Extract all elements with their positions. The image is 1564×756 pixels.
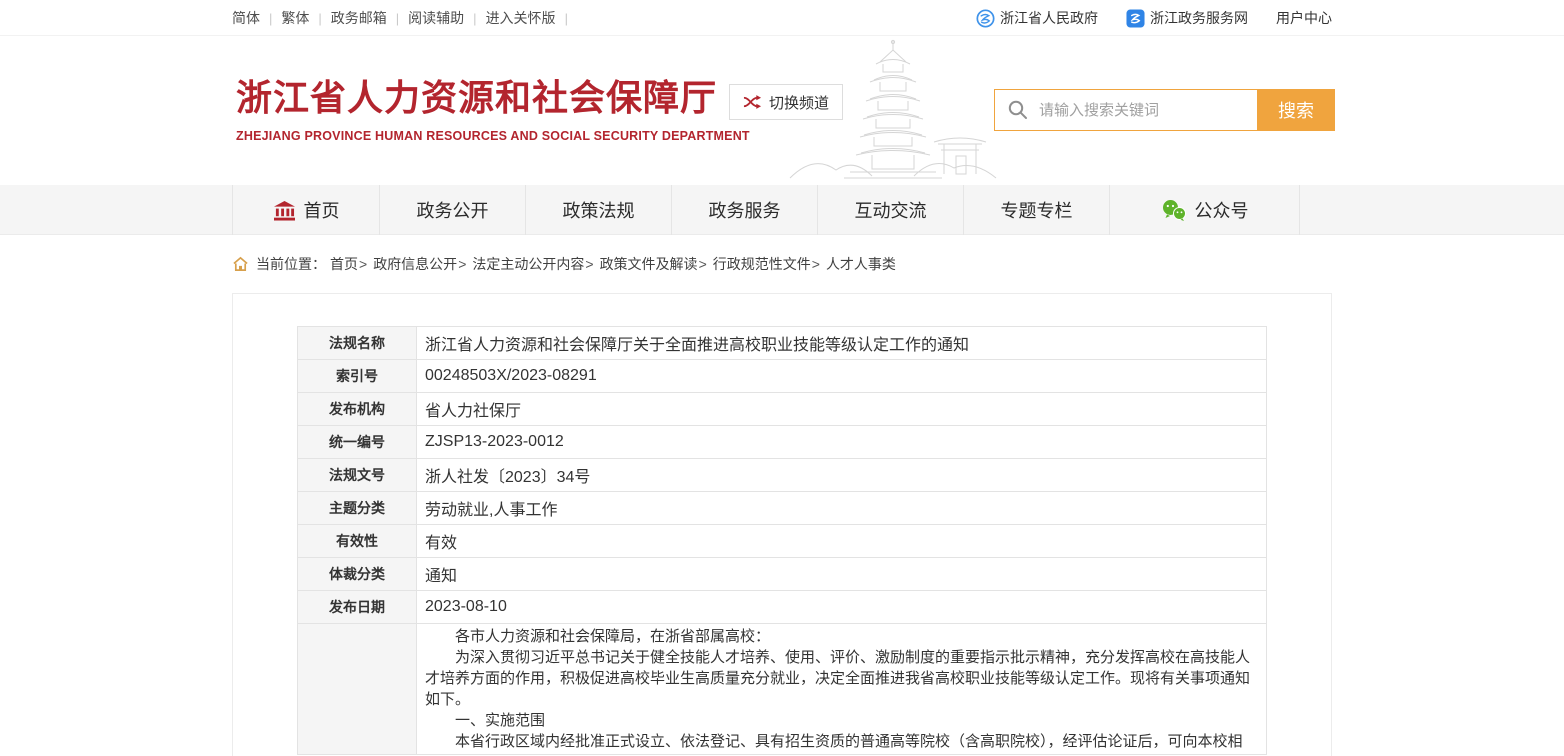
shuffle-icon xyxy=(743,94,762,110)
topbar-separator: | xyxy=(396,11,399,26)
field-label: 法规文号 xyxy=(298,459,417,492)
field-label: 主题分类 xyxy=(298,492,417,525)
topbar-right: 浙江省人民政府 浙江政务服务网 用户中心 xyxy=(976,8,1332,28)
wechat-icon xyxy=(1161,199,1187,221)
field-value: 劳动就业,人事工作 xyxy=(417,492,1267,525)
breadcrumb: 当前位置： 首页 > 政府信息公开 > 法定主动公开内容 > 政策文件及解读 >… xyxy=(0,254,1564,274)
zhejiang-service-icon xyxy=(1126,9,1145,28)
user-center-label: 用户中心 xyxy=(1276,8,1332,28)
breadcrumb-item-statutory-content[interactable]: 法定主动公开内容 xyxy=(472,254,584,274)
field-label-empty xyxy=(298,624,417,755)
topbar-separator: | xyxy=(269,11,272,26)
body-paragraph: 本省行政区域内经批准正式设立、依法登记、具有招生资质的普通高等院校（含高职院校）… xyxy=(425,731,1258,752)
topbar-link-traditional[interactable]: 繁体 xyxy=(281,8,309,28)
document-card: 法规名称 浙江省人力资源和社会保障厅关于全面推进高校职业技能等级认定工作的通知 … xyxy=(232,293,1332,756)
site-subtitle: ZHEJIANG PROVINCE HUMAN RESOURCES AND SO… xyxy=(236,129,750,143)
pagoda-illustration xyxy=(784,36,1002,185)
table-row: 法规文号 浙人社发〔2023〕34号 xyxy=(298,459,1267,492)
breadcrumb-item-policy-documents[interactable]: 政策文件及解读 xyxy=(600,254,698,274)
nav-item-label: 首页 xyxy=(304,197,340,223)
topbar-link-reading-aid[interactable]: 阅读辅助 xyxy=(408,8,464,28)
field-value: 通知 xyxy=(417,558,1267,591)
nav-item-policies-regulations[interactable]: 政策法规 xyxy=(526,185,672,235)
field-value: 00248503X/2023-08291 xyxy=(417,360,1267,393)
breadcrumb-item-talent-personnel[interactable]: 人才人事类 xyxy=(826,254,896,274)
topbar-link-simplified[interactable]: 简体 xyxy=(232,8,260,28)
body-paragraph: 各市人力资源和社会保障局，在浙省部属高校： xyxy=(425,626,1258,647)
breadcrumb-separator: > xyxy=(585,256,593,272)
breadcrumb-separator: > xyxy=(458,256,466,272)
user-center-link[interactable]: 用户中心 xyxy=(1276,8,1332,28)
nav-item-label: 专题专栏 xyxy=(1001,197,1073,223)
field-value: ZJSP13-2023-0012 xyxy=(417,426,1267,459)
field-label: 法规名称 xyxy=(298,327,417,360)
search-input[interactable] xyxy=(994,89,1257,131)
topbar-separator: | xyxy=(318,11,321,26)
service-site-link[interactable]: 浙江政务服务网 xyxy=(1126,8,1248,28)
breadcrumb-separator: > xyxy=(359,256,367,272)
breadcrumb-item-info-disclosure[interactable]: 政府信息公开 xyxy=(373,254,457,274)
breadcrumb-prefix: 当前位置： xyxy=(256,254,326,274)
nav-item-home[interactable]: 首页 xyxy=(232,185,380,235)
search-box: 搜索 xyxy=(994,89,1335,131)
document-meta-table: 法规名称 浙江省人力资源和社会保障厅关于全面推进高校职业技能等级认定工作的通知 … xyxy=(297,326,1267,755)
site-title: 浙江省人力资源和社会保障厅 xyxy=(236,73,750,123)
table-row: 统一编号 ZJSP13-2023-0012 xyxy=(298,426,1267,459)
table-row: 有效性 有效 xyxy=(298,525,1267,558)
bank-icon xyxy=(273,200,296,221)
nav-item-label: 政策法规 xyxy=(563,197,635,223)
site-logo[interactable]: 浙江省人力资源和社会保障厅 ZHEJIANG PROVINCE HUMAN RE… xyxy=(236,73,750,143)
main-nav: 首页 政务公开 政策法规 政务服务 互动交流 专题专栏 xyxy=(0,185,1564,235)
nav-item-gov-services[interactable]: 政务服务 xyxy=(672,185,818,235)
search-button[interactable]: 搜索 xyxy=(1257,89,1335,131)
body-paragraph: 为深入贯彻习近平总书记关于健全技能人才培养、使用、评价、激励制度的重要指示批示精… xyxy=(425,647,1258,710)
table-row: 体裁分类 通知 xyxy=(298,558,1267,591)
table-row: 索引号 00248503X/2023-08291 xyxy=(298,360,1267,393)
field-value: 省人力社保厅 xyxy=(417,393,1267,426)
field-value: 浙江省人力资源和社会保障厅关于全面推进高校职业技能等级认定工作的通知 xyxy=(417,327,1267,360)
nav-item-label: 公众号 xyxy=(1195,197,1249,223)
nav-item-gov-disclosure[interactable]: 政务公开 xyxy=(380,185,526,235)
topbar-links: 简体 | 繁体 | 政务邮箱 | 阅读辅助 | 进入关怀版 | xyxy=(232,8,577,28)
field-label: 统一编号 xyxy=(298,426,417,459)
gov-portal-label: 浙江省人民政府 xyxy=(1000,8,1098,28)
table-row: 主题分类 劳动就业,人事工作 xyxy=(298,492,1267,525)
field-label: 发布日期 xyxy=(298,591,417,624)
topbar-link-gov-mail[interactable]: 政务邮箱 xyxy=(331,8,387,28)
field-value: 2023-08-10 xyxy=(417,591,1267,624)
field-label: 发布机构 xyxy=(298,393,417,426)
topbar-separator: | xyxy=(473,11,476,26)
breadcrumb-separator: > xyxy=(699,256,707,272)
nav-item-label: 政务服务 xyxy=(709,197,781,223)
field-value: 有效 xyxy=(417,525,1267,558)
field-label: 索引号 xyxy=(298,360,417,393)
search-icon xyxy=(1007,99,1029,121)
zhejiang-gov-icon xyxy=(976,9,995,28)
breadcrumb-item-home[interactable]: 首页 xyxy=(330,254,358,274)
site-header: 浙江省人力资源和社会保障厅 ZHEJIANG PROVINCE HUMAN RE… xyxy=(0,36,1564,185)
topbar-separator: | xyxy=(565,11,568,26)
breadcrumb-separator: > xyxy=(812,256,820,272)
nav-item-interaction[interactable]: 互动交流 xyxy=(818,185,964,235)
nav-item-official-account[interactable]: 公众号 xyxy=(1110,185,1300,235)
nav-item-label: 互动交流 xyxy=(855,197,927,223)
table-row: 发布机构 省人力社保厅 xyxy=(298,393,1267,426)
service-site-label: 浙江政务服务网 xyxy=(1150,8,1248,28)
field-label: 有效性 xyxy=(298,525,417,558)
nav-item-special-topics[interactable]: 专题专栏 xyxy=(964,185,1110,235)
gov-portal-link[interactable]: 浙江省人民政府 xyxy=(976,8,1098,28)
nav-item-label: 政务公开 xyxy=(417,197,489,223)
home-icon xyxy=(232,256,249,272)
field-value: 浙人社发〔2023〕34号 xyxy=(417,459,1267,492)
body-paragraph: 一、实施范围 xyxy=(425,710,1258,731)
topbar-link-care-version[interactable]: 进入关怀版 xyxy=(486,8,556,28)
breadcrumb-item-normative-documents[interactable]: 行政规范性文件 xyxy=(713,254,811,274)
document-body: 各市人力资源和社会保障局，在浙省部属高校： 为深入贯彻习近平总书记关于健全技能人… xyxy=(417,624,1267,755)
topbar: 简体 | 繁体 | 政务邮箱 | 阅读辅助 | 进入关怀版 | 浙江省人民政府 xyxy=(0,0,1564,36)
table-row: 发布日期 2023-08-10 xyxy=(298,591,1267,624)
table-row-body: 各市人力资源和社会保障局，在浙省部属高校： 为深入贯彻习近平总书记关于健全技能人… xyxy=(298,624,1267,755)
field-label: 体裁分类 xyxy=(298,558,417,591)
table-row: 法规名称 浙江省人力资源和社会保障厅关于全面推进高校职业技能等级认定工作的通知 xyxy=(298,327,1267,360)
